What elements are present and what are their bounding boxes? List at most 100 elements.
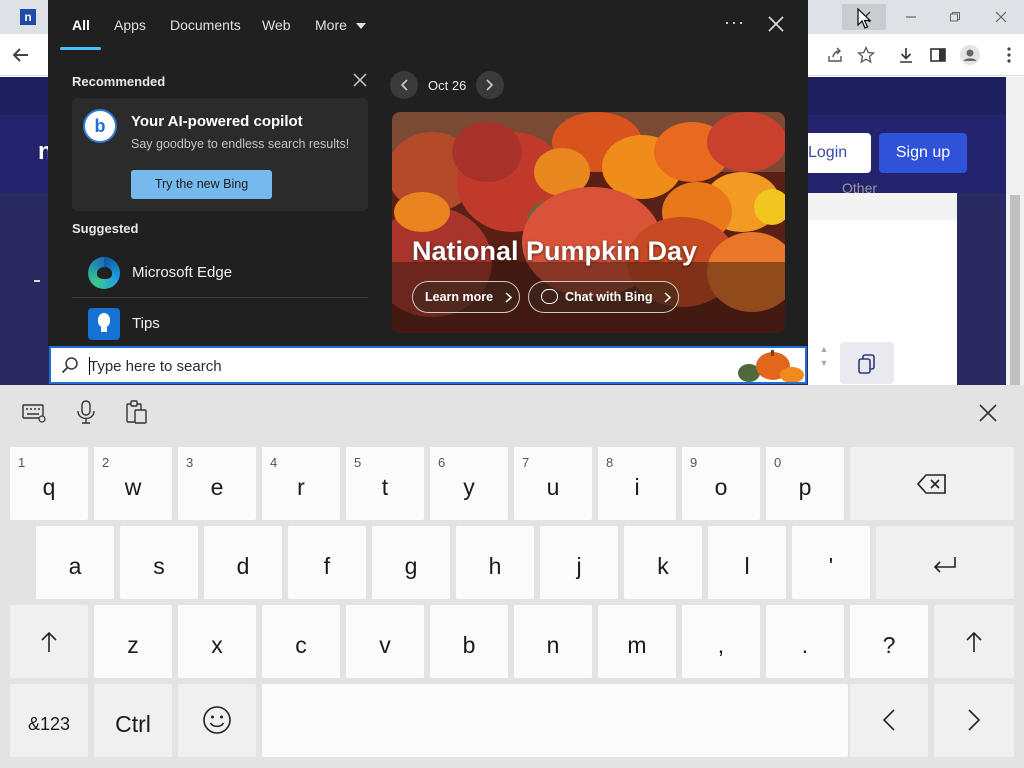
keyboard-settings-icon[interactable]	[21, 399, 51, 429]
key-l[interactable]: l	[708, 526, 786, 599]
tab-all[interactable]: All	[72, 17, 90, 33]
key-alt-label: 5	[354, 455, 362, 470]
ctrl-key[interactable]: Ctrl	[94, 684, 172, 757]
key-k[interactable]: k	[624, 526, 702, 599]
dismiss-recommended-icon[interactable]	[350, 70, 370, 92]
key-question[interactable]: ?	[850, 605, 928, 678]
key-u[interactable]: 7u	[514, 447, 592, 520]
mouse-cursor-icon	[857, 8, 872, 29]
learn-more-button[interactable]: Learn more	[412, 281, 520, 313]
key-o[interactable]: 9o	[682, 447, 760, 520]
website-panel-header	[808, 193, 957, 220]
key-r[interactable]: 4r	[262, 447, 340, 520]
suggested-item-tips[interactable]: Tips	[72, 299, 368, 349]
symbols-key[interactable]: &123	[10, 684, 88, 757]
key-alt-label: 2	[102, 455, 110, 470]
taskbar-search-box[interactable]	[49, 346, 807, 384]
key-alt-label: 4	[270, 455, 278, 470]
key-t[interactable]: 5t	[346, 447, 424, 520]
key-apostrophe[interactable]: '	[792, 526, 870, 599]
key-m[interactable]: m	[598, 605, 676, 678]
key-s[interactable]: s	[120, 526, 198, 599]
mini-scroll-arrows[interactable]: ▲ ▼	[814, 342, 834, 384]
window-restore-button[interactable]	[932, 0, 978, 34]
emoji-icon	[203, 706, 231, 734]
recommended-heading: Recommended	[72, 74, 166, 89]
emoji-key[interactable]	[178, 684, 256, 757]
flyout-close-icon[interactable]	[764, 10, 788, 40]
tab-more[interactable]: More	[315, 17, 366, 33]
key-n[interactable]: n	[514, 605, 592, 678]
shift-left-key[interactable]	[10, 605, 88, 678]
key-label: r	[297, 474, 305, 500]
search-flyout: All Apps Documents Web More ··· Recommen…	[48, 0, 808, 346]
suggested-item-label: Microsoft Edge	[132, 264, 233, 281]
touch-keyboard: 1q 2w 3e 4r 5t 6y 7u 8i 9o 0p a s d f g …	[0, 385, 1024, 768]
key-e[interactable]: 3e	[178, 447, 256, 520]
menu-kebab-icon[interactable]	[996, 42, 1022, 68]
tab-more-label: More	[315, 17, 347, 33]
try-new-bing-button[interactable]: Try the new Bing	[131, 170, 272, 199]
arrow-left-key[interactable]	[850, 684, 928, 757]
key-b[interactable]: b	[430, 605, 508, 678]
page-scrollbar-thumb[interactable]	[1010, 195, 1020, 385]
pumpkin-day-hero[interactable]: National Pumpkin Day Learn more Chat wit…	[392, 112, 785, 333]
site-favicon[interactable]: n	[20, 9, 36, 25]
key-p[interactable]: 0p	[766, 447, 844, 520]
key-label: w	[124, 474, 142, 500]
key-label: y	[463, 474, 475, 500]
previous-day-button[interactable]	[390, 71, 418, 99]
key-x[interactable]: x	[178, 605, 256, 678]
copy-button[interactable]	[840, 342, 894, 384]
key-a[interactable]: a	[36, 526, 114, 599]
backspace-key[interactable]	[850, 447, 1014, 520]
key-z[interactable]: z	[94, 605, 172, 678]
space-key[interactable]	[262, 684, 848, 757]
key-f[interactable]: f	[288, 526, 366, 599]
key-v[interactable]: v	[346, 605, 424, 678]
copilot-card: b Your AI-powered copilot Say goodbye to…	[72, 98, 368, 211]
key-alt-label: 0	[774, 455, 782, 470]
window-close-x-button[interactable]	[978, 0, 1024, 34]
bookmark-star-icon[interactable]	[853, 42, 879, 68]
next-day-button[interactable]	[476, 71, 504, 99]
enter-key[interactable]	[876, 526, 1014, 599]
copilot-subtitle: Say goodbye to endless search results!	[131, 137, 350, 151]
profile-avatar-icon[interactable]	[957, 42, 983, 68]
keyboard-close-icon[interactable]	[974, 399, 1002, 427]
clipboard-icon[interactable]	[124, 399, 154, 429]
key-y[interactable]: 6y	[430, 447, 508, 520]
microphone-icon[interactable]	[73, 399, 103, 429]
key-c[interactable]: c	[262, 605, 340, 678]
share-icon[interactable]	[822, 42, 848, 68]
key-w[interactable]: 2w	[94, 447, 172, 520]
suggested-item-edge[interactable]: Microsoft Edge	[72, 248, 368, 298]
tab-documents[interactable]: Documents	[170, 17, 241, 33]
download-icon[interactable]	[893, 42, 919, 68]
window-minimize-button[interactable]	[888, 0, 934, 34]
signup-button[interactable]: Sign up	[879, 133, 967, 173]
key-period[interactable]: .	[766, 605, 844, 678]
key-g[interactable]: g	[372, 526, 450, 599]
key-i[interactable]: 8i	[598, 447, 676, 520]
arrow-right-key[interactable]	[934, 684, 1014, 757]
learn-more-label: Learn more	[425, 290, 494, 304]
key-label: o	[714, 474, 728, 500]
key-d[interactable]: d	[204, 526, 282, 599]
key-comma[interactable]: ,	[682, 605, 760, 678]
key-j[interactable]: j	[540, 526, 618, 599]
key-label: p	[798, 474, 812, 500]
side-panel-icon[interactable]	[925, 42, 951, 68]
key-q[interactable]: 1q	[10, 447, 88, 520]
more-options-icon[interactable]: ···	[724, 12, 745, 33]
tab-apps[interactable]: Apps	[114, 17, 146, 33]
key-label: e	[210, 474, 224, 500]
back-arrow-icon[interactable]	[8, 42, 34, 68]
shift-right-key[interactable]	[934, 605, 1014, 678]
key-h[interactable]: h	[456, 526, 534, 599]
search-input[interactable]	[89, 355, 689, 377]
chat-with-bing-button[interactable]: Chat with Bing	[528, 281, 679, 313]
tab-web[interactable]: Web	[262, 17, 291, 33]
key-alt-label: 6	[438, 455, 446, 470]
chevron-down-icon	[355, 23, 366, 30]
